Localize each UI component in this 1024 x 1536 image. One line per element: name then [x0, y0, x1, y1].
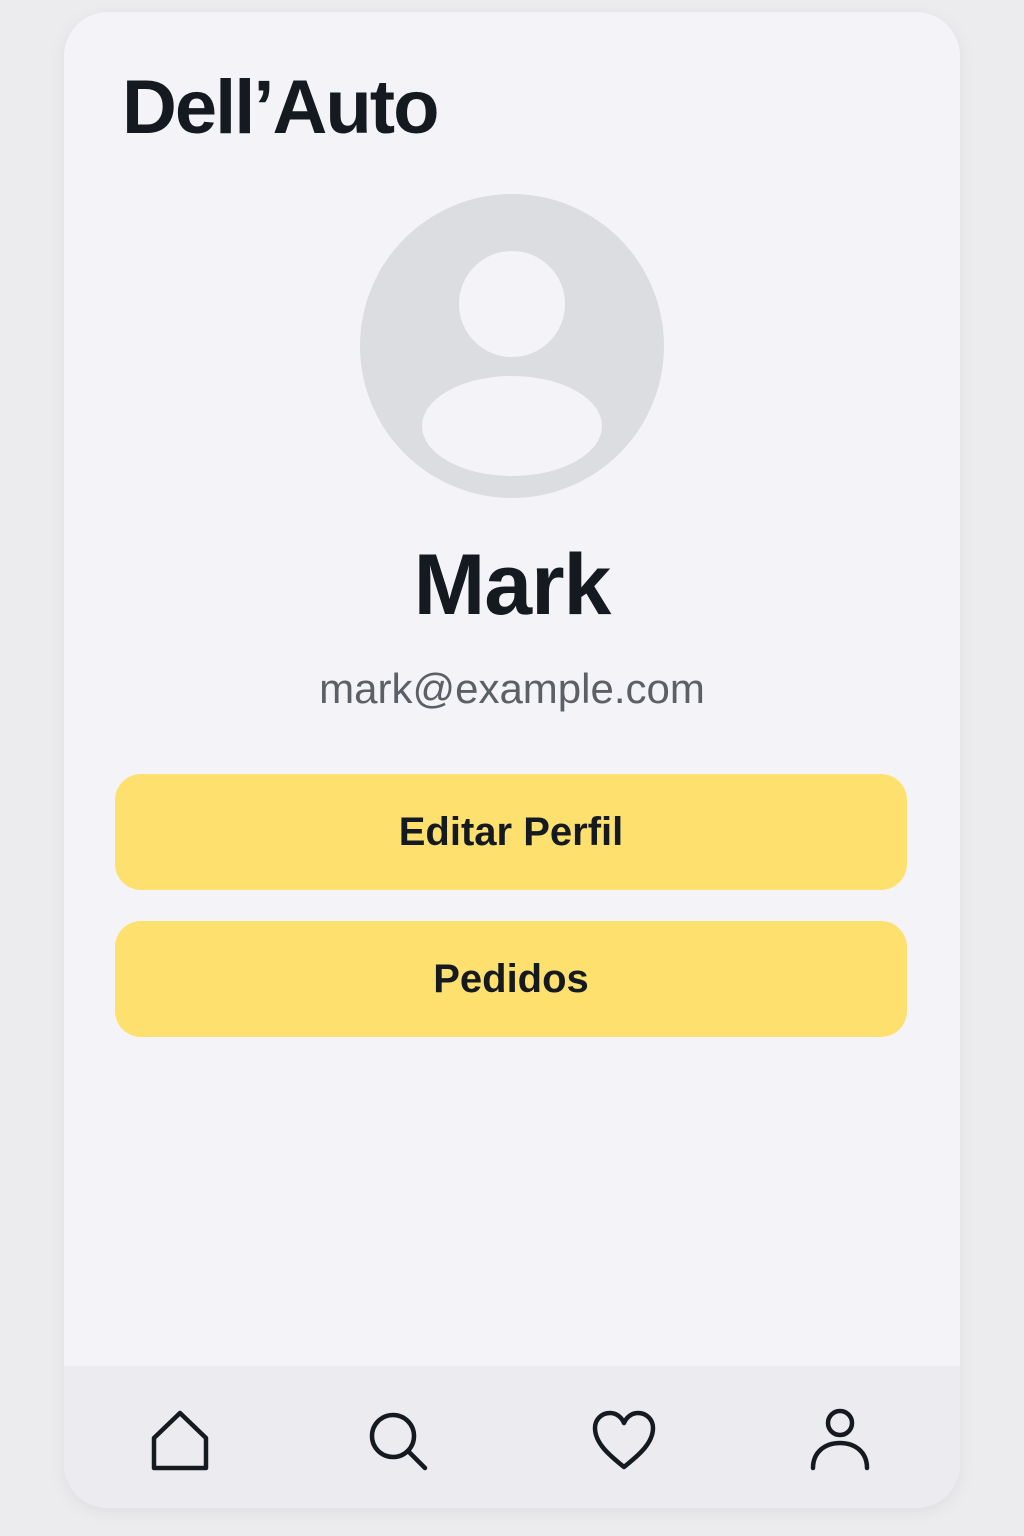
tab-profile[interactable] [800, 1400, 880, 1480]
edit-profile-button[interactable]: Editar Perfil [115, 774, 907, 890]
profile-screen: Dell’Auto Mark mark@example.com Editar P… [64, 12, 960, 1508]
tab-home[interactable] [140, 1400, 220, 1480]
avatar [360, 194, 664, 498]
heart-icon [592, 1410, 656, 1470]
user-email: mark@example.com [319, 665, 705, 712]
tab-favorites[interactable] [584, 1400, 664, 1480]
search-icon [369, 1412, 428, 1471]
user-placeholder-icon [360, 194, 664, 498]
user-name: Mark [413, 537, 612, 633]
user-icon [810, 1408, 870, 1471]
app-logo: Dell’Auto [122, 65, 440, 150]
tab-search[interactable] [357, 1400, 437, 1480]
bottom-tab-bar [64, 1366, 960, 1508]
orders-button[interactable]: Pedidos [115, 921, 907, 1037]
home-icon [151, 1410, 209, 1471]
